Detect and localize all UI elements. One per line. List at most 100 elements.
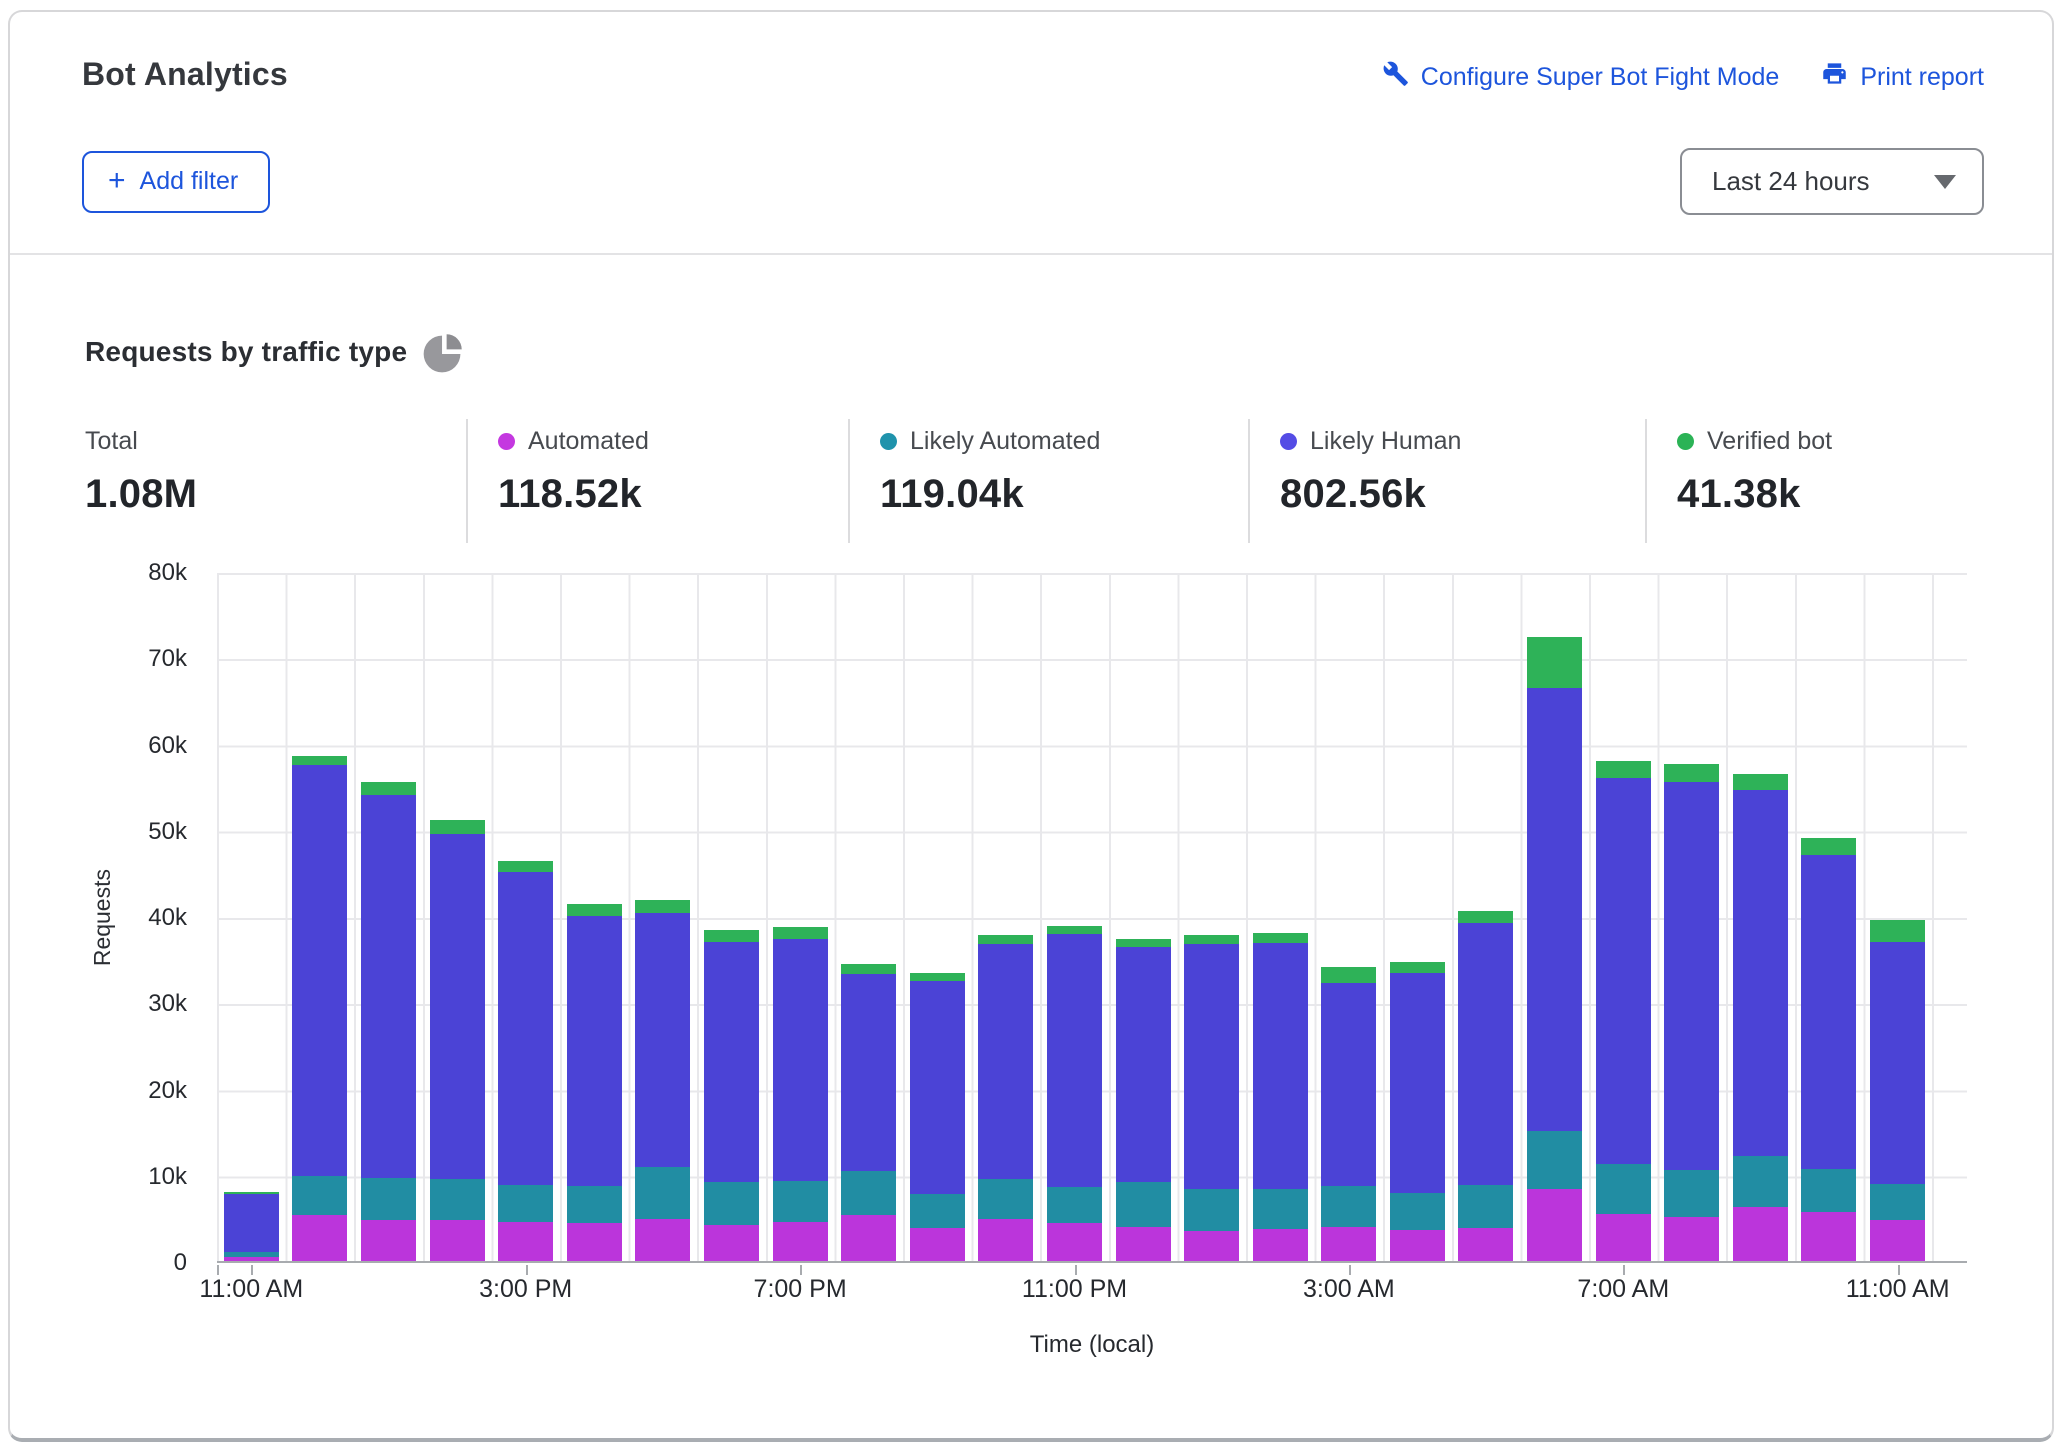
bar-segment-likely-automated[interactable] xyxy=(1664,1170,1719,1217)
bar-segment-likely-human[interactable] xyxy=(635,913,690,1167)
stacked-bar[interactable] xyxy=(841,964,896,1261)
bar-segment-likely-automated[interactable] xyxy=(704,1182,759,1225)
bar-segment-automated[interactable] xyxy=(1390,1230,1445,1261)
stacked-bar[interactable] xyxy=(567,904,622,1261)
bar-segment-likely-human[interactable] xyxy=(1321,983,1376,1186)
bar-segment-likely-human[interactable] xyxy=(910,981,965,1194)
bar-segment-likely-human[interactable] xyxy=(498,872,553,1185)
bar-segment-verified-bot[interactable] xyxy=(773,927,828,939)
stacked-bar[interactable] xyxy=(1870,920,1925,1261)
stacked-bar[interactable] xyxy=(910,973,965,1261)
stacked-bar[interactable] xyxy=(1801,838,1856,1261)
bar-segment-verified-bot[interactable] xyxy=(567,904,622,916)
bar-segment-verified-bot[interactable] xyxy=(910,973,965,981)
bar-segment-likely-automated[interactable] xyxy=(1321,1186,1376,1227)
bar-segment-verified-bot[interactable] xyxy=(1870,920,1925,942)
bar-segment-automated[interactable] xyxy=(841,1215,896,1261)
stacked-bar[interactable] xyxy=(224,1192,279,1261)
bar-segment-verified-bot[interactable] xyxy=(978,935,1033,944)
stacked-bar[interactable] xyxy=(1253,933,1308,1261)
bar-segment-verified-bot[interactable] xyxy=(292,756,347,765)
bar-segment-automated[interactable] xyxy=(1321,1227,1376,1261)
bar-segment-verified-bot[interactable] xyxy=(704,930,759,942)
bar-segment-verified-bot[interactable] xyxy=(1390,962,1445,973)
bar-segment-likely-automated[interactable] xyxy=(567,1186,622,1223)
bar-segment-automated[interactable] xyxy=(1116,1227,1171,1261)
bar-segment-verified-bot[interactable] xyxy=(1664,764,1719,782)
bar-segment-likely-human[interactable] xyxy=(1184,944,1239,1189)
bar-segment-automated[interactable] xyxy=(430,1220,485,1261)
bar-segment-likely-human[interactable] xyxy=(1870,942,1925,1184)
bar-segment-likely-automated[interactable] xyxy=(1870,1184,1925,1220)
bar-segment-verified-bot[interactable] xyxy=(1321,967,1376,983)
bar-segment-likely-human[interactable] xyxy=(224,1194,279,1252)
bar-segment-likely-human[interactable] xyxy=(1733,790,1788,1156)
bar-segment-verified-bot[interactable] xyxy=(1253,933,1308,942)
bar-segment-verified-bot[interactable] xyxy=(498,861,553,872)
stacked-bar[interactable] xyxy=(1116,939,1171,1261)
bar-segment-likely-human[interactable] xyxy=(1801,855,1856,1169)
bar-segment-likely-human[interactable] xyxy=(1596,778,1651,1164)
bar-segment-likely-human[interactable] xyxy=(430,834,485,1179)
bar-segment-likely-automated[interactable] xyxy=(1047,1187,1102,1223)
bar-segment-likely-human[interactable] xyxy=(1047,934,1102,1187)
stacked-bar[interactable] xyxy=(1390,962,1445,1261)
bar-segment-verified-bot[interactable] xyxy=(635,900,690,914)
stacked-bar[interactable] xyxy=(292,756,347,1261)
stacked-bar[interactable] xyxy=(1458,911,1513,1261)
bar-segment-verified-bot[interactable] xyxy=(1596,761,1651,778)
bar-segment-automated[interactable] xyxy=(773,1222,828,1261)
print-report-link[interactable]: Print report xyxy=(1821,60,1984,94)
bar-segment-likely-automated[interactable] xyxy=(1458,1185,1513,1228)
bar-segment-verified-bot[interactable] xyxy=(1047,926,1102,935)
bar-segment-likely-automated[interactable] xyxy=(978,1179,1033,1219)
bar-segment-automated[interactable] xyxy=(1184,1231,1239,1261)
bar-segment-automated[interactable] xyxy=(1801,1212,1856,1261)
bar-segment-likely-automated[interactable] xyxy=(1253,1189,1308,1230)
bar-segment-likely-human[interactable] xyxy=(1664,782,1719,1169)
bar-segment-likely-automated[interactable] xyxy=(1801,1169,1856,1212)
bar-segment-automated[interactable] xyxy=(1253,1229,1308,1261)
bar-segment-likely-human[interactable] xyxy=(1116,947,1171,1182)
bar-segment-likely-human[interactable] xyxy=(292,765,347,1176)
bar-segment-automated[interactable] xyxy=(1870,1220,1925,1261)
bar-segment-likely-human[interactable] xyxy=(978,944,1033,1179)
bar-segment-automated[interactable] xyxy=(498,1222,553,1261)
bar-segment-automated[interactable] xyxy=(704,1225,759,1261)
bar-segment-automated[interactable] xyxy=(1527,1189,1582,1261)
stacked-bar[interactable] xyxy=(1047,926,1102,1261)
bar-segment-automated[interactable] xyxy=(1458,1228,1513,1261)
bar-segment-likely-automated[interactable] xyxy=(773,1181,828,1222)
bar-segment-automated[interactable] xyxy=(361,1220,416,1261)
stacked-bar[interactable] xyxy=(1527,637,1582,1261)
bar-segment-verified-bot[interactable] xyxy=(1733,774,1788,790)
bar-segment-automated[interactable] xyxy=(292,1215,347,1261)
bar-segment-likely-automated[interactable] xyxy=(430,1179,485,1220)
bar-segment-likely-human[interactable] xyxy=(1390,973,1445,1193)
bar-segment-verified-bot[interactable] xyxy=(361,782,416,795)
bar-segment-likely-human[interactable] xyxy=(567,916,622,1186)
bar-segment-verified-bot[interactable] xyxy=(1801,838,1856,855)
stacked-bar[interactable] xyxy=(1733,774,1788,1261)
stacked-bar[interactable] xyxy=(1664,764,1719,1261)
bar-segment-likely-automated[interactable] xyxy=(1390,1193,1445,1230)
time-range-select[interactable]: Last 24 hours xyxy=(1680,148,1984,215)
bar-segment-likely-automated[interactable] xyxy=(841,1171,896,1215)
bar-segment-likely-automated[interactable] xyxy=(361,1178,416,1219)
stacked-bar[interactable] xyxy=(361,782,416,1261)
stacked-bar[interactable] xyxy=(1321,967,1376,1261)
bar-segment-likely-human[interactable] xyxy=(1458,923,1513,1185)
bar-segment-likely-human[interactable] xyxy=(841,974,896,1172)
stacked-bar[interactable] xyxy=(1184,935,1239,1261)
bar-segment-likely-automated[interactable] xyxy=(1596,1164,1651,1215)
stacked-bar[interactable] xyxy=(430,820,485,1261)
bar-segment-automated[interactable] xyxy=(1047,1223,1102,1261)
bar-segment-automated[interactable] xyxy=(635,1219,690,1261)
bar-segment-likely-human[interactable] xyxy=(361,795,416,1178)
bar-segment-likely-automated[interactable] xyxy=(635,1167,690,1219)
bar-segment-automated[interactable] xyxy=(978,1219,1033,1261)
bar-segment-verified-bot[interactable] xyxy=(1116,939,1171,947)
bar-segment-automated[interactable] xyxy=(910,1228,965,1261)
bar-segment-likely-automated[interactable] xyxy=(1184,1189,1239,1231)
bar-segment-likely-human[interactable] xyxy=(1527,688,1582,1130)
